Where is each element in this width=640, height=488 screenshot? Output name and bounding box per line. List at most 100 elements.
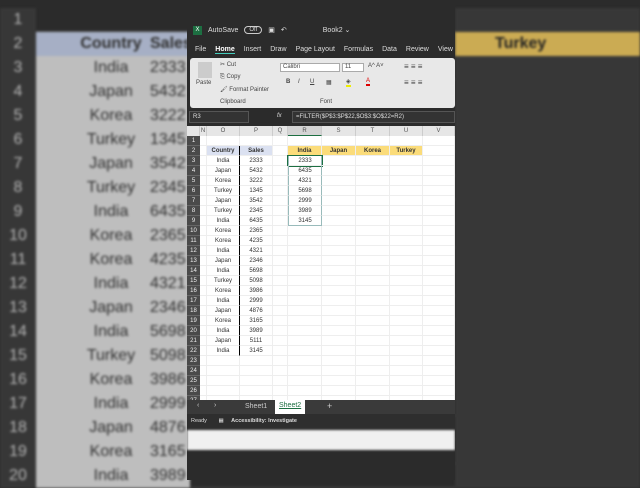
cell[interactable]	[200, 256, 207, 266]
italic-button[interactable]: I	[298, 79, 300, 85]
filter-result-cell[interactable]: 3989	[288, 206, 322, 216]
sales-cell[interactable]: 2365	[240, 226, 273, 236]
cell[interactable]	[356, 376, 390, 386]
cell[interactable]	[423, 336, 455, 346]
cell[interactable]	[200, 386, 207, 396]
cell[interactable]	[390, 156, 423, 166]
cell[interactable]	[207, 356, 240, 366]
country-cell[interactable]: Turkey	[207, 276, 240, 286]
font-color-icon[interactable]: A	[366, 78, 371, 86]
cut-button[interactable]: ✂ Cut	[220, 61, 236, 68]
cell[interactable]	[273, 256, 288, 266]
cell[interactable]	[423, 266, 455, 276]
sales-cell[interactable]: 4235	[240, 236, 273, 246]
sales-cell[interactable]: 3165	[240, 316, 273, 326]
cell[interactable]	[273, 306, 288, 316]
cell[interactable]	[200, 206, 207, 216]
cell[interactable]	[356, 306, 390, 316]
increase-font-icon[interactable]: A^ A˅	[368, 63, 384, 69]
cell[interactable]	[390, 296, 423, 306]
cell[interactable]	[322, 176, 356, 186]
cell[interactable]	[423, 216, 455, 226]
tab-data[interactable]: Data	[382, 46, 397, 53]
cell[interactable]	[288, 236, 322, 246]
autosave-toggle[interactable]: Off	[244, 26, 263, 34]
country-cell[interactable]: Turkey	[207, 206, 240, 216]
cell[interactable]	[356, 266, 390, 276]
cell[interactable]	[390, 166, 423, 176]
cell[interactable]	[356, 256, 390, 266]
cell[interactable]	[273, 356, 288, 366]
table-header[interactable]: Sales	[240, 146, 273, 156]
row-header[interactable]: 8	[187, 206, 200, 216]
sales-cell[interactable]: 2999	[240, 296, 273, 306]
cell[interactable]	[288, 226, 322, 236]
cell[interactable]	[356, 356, 390, 366]
cell[interactable]	[423, 136, 455, 146]
row-header[interactable]: 10	[187, 226, 200, 236]
cell[interactable]	[390, 386, 423, 396]
row-header[interactable]: 17	[187, 296, 200, 306]
cell[interactable]	[356, 276, 390, 286]
cell[interactable]	[322, 366, 356, 376]
column-header-V[interactable]: V	[423, 126, 455, 136]
cell[interactable]	[390, 196, 423, 206]
cell[interactable]	[200, 286, 207, 296]
country-cell[interactable]: India	[207, 346, 240, 356]
row-header[interactable]: 9	[187, 216, 200, 226]
font-size-select[interactable]: 11	[342, 63, 364, 72]
cell[interactable]	[356, 166, 390, 176]
row-header[interactable]: 24	[187, 366, 200, 376]
cell[interactable]	[390, 206, 423, 216]
cell[interactable]	[356, 366, 390, 376]
add-sheet-button[interactable]: +	[327, 401, 332, 411]
sales-cell[interactable]: 5098	[240, 276, 273, 286]
cell[interactable]	[423, 246, 455, 256]
formula-input[interactable]: =FILTER($P$3:$P$22,$O$3:$O$22=R2)	[292, 111, 455, 123]
sales-cell[interactable]: 4321	[240, 246, 273, 256]
fill-color-icon[interactable]: ◈	[346, 78, 351, 87]
cell[interactable]	[423, 206, 455, 216]
cell[interactable]	[200, 186, 207, 196]
country-cell[interactable]: India	[207, 326, 240, 336]
cell[interactable]	[273, 176, 288, 186]
underline-button[interactable]: U	[310, 79, 314, 85]
cell[interactable]	[207, 376, 240, 386]
cell[interactable]	[288, 316, 322, 326]
row-header[interactable]: 20	[187, 326, 200, 336]
filter-result-cell[interactable]: 3145	[288, 216, 322, 226]
cell[interactable]	[356, 186, 390, 196]
row-header[interactable]: 14	[187, 266, 200, 276]
column-header-T[interactable]: T	[356, 126, 390, 136]
macro-icon[interactable]: ▦	[218, 418, 223, 424]
cell[interactable]	[423, 146, 455, 156]
cell[interactable]	[322, 196, 356, 206]
tab-file[interactable]: File	[195, 46, 206, 53]
cell[interactable]	[423, 186, 455, 196]
sales-cell[interactable]: 3145	[240, 346, 273, 356]
cell[interactable]	[200, 316, 207, 326]
row-header[interactable]: 7	[187, 196, 200, 206]
cell[interactable]	[356, 196, 390, 206]
cell[interactable]	[390, 216, 423, 226]
sales-cell[interactable]: 3986	[240, 286, 273, 296]
next-sheet-icon[interactable]: ›	[214, 402, 216, 409]
cell[interactable]	[207, 386, 240, 396]
cell[interactable]	[322, 356, 356, 366]
cell[interactable]	[390, 376, 423, 386]
country-cell[interactable]: Japan	[207, 166, 240, 176]
tab-home[interactable]: Home	[215, 46, 235, 54]
table-header[interactable]: Country	[207, 146, 240, 156]
cell[interactable]	[273, 136, 288, 146]
cell[interactable]	[273, 196, 288, 206]
sales-cell[interactable]: 2345	[240, 206, 273, 216]
cell[interactable]	[240, 356, 273, 366]
cell[interactable]	[322, 156, 356, 166]
country-cell[interactable]: India	[207, 216, 240, 226]
cell[interactable]	[322, 296, 356, 306]
cell[interactable]	[356, 316, 390, 326]
tab-insert[interactable]: Insert	[244, 46, 262, 53]
tab-page-layout[interactable]: Page Layout	[296, 46, 335, 53]
country-cell[interactable]: Japan	[207, 306, 240, 316]
cell[interactable]	[273, 346, 288, 356]
